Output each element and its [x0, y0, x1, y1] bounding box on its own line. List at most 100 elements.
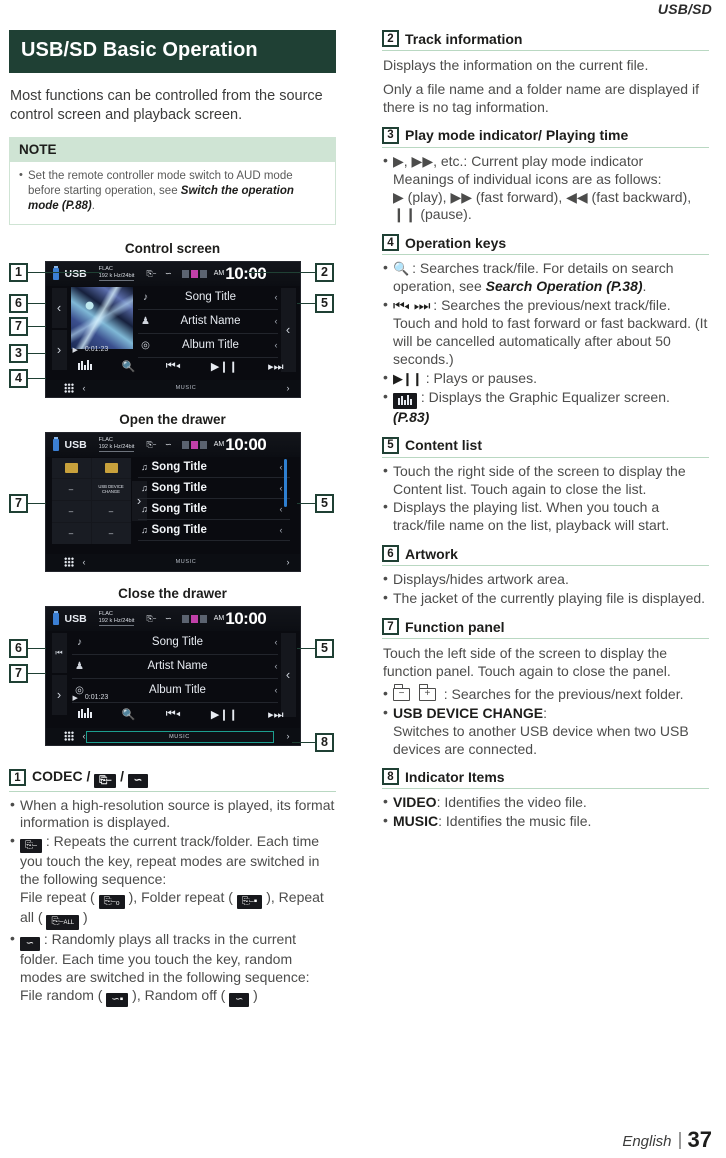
section-title: Operation keys	[405, 234, 507, 251]
prev-next-track-icon: ⏮◂ ▸⏭	[393, 298, 430, 314]
function-panel-handle[interactable]: ›	[51, 329, 67, 370]
next-track-icon[interactable]: ▸⏭	[268, 708, 283, 722]
source-label: USB	[64, 267, 87, 280]
search-icon[interactable]: 🔍	[122, 360, 136, 373]
list-scrollbar[interactable]	[283, 458, 287, 507]
chevron-left-icon[interactable]: ‹	[268, 685, 278, 695]
list-item[interactable]: ♫ Song Title ‹	[137, 478, 290, 499]
equalizer-icon[interactable]	[77, 360, 92, 373]
chevron-left-icon[interactable]: ‹	[268, 661, 278, 671]
codec-name: FLAC	[98, 266, 113, 273]
usb-device-change-button[interactable]: USB DEVICE CHANGE	[91, 479, 131, 501]
track-row[interactable]: ◎ Album Title ‹	[137, 334, 278, 358]
equalizer-icon	[393, 392, 417, 409]
panel-blank[interactable]: –	[91, 501, 131, 522]
panel-blank[interactable]: –	[51, 501, 91, 522]
para-track-info-1: Displays the information on the current …	[383, 57, 649, 73]
apps-grid-icon[interactable]	[63, 383, 74, 394]
function-panel-handle[interactable]: ›	[51, 674, 67, 715]
playing-time: 0:01:23	[84, 346, 109, 354]
usb-plug-icon	[52, 438, 59, 451]
folder-previous-icon: −	[393, 684, 410, 701]
panel-blank[interactable]: –	[51, 479, 91, 501]
list-item-label: Song Title	[151, 523, 207, 536]
panel-blank[interactable]: –	[91, 522, 131, 544]
device-screen-close-drawer: USB FLAC 192 k Hz/24bit ⎘⎯ ∽ AM 10:00 ⏮ …	[44, 605, 301, 746]
note-body: Set the remote controller mode switch to…	[10, 161, 335, 224]
leader-line	[28, 502, 46, 505]
leader-line	[248, 271, 315, 274]
figure-caption-control-screen: Control screen	[124, 240, 221, 256]
note-box: NOTE Set the remote controller mode swit…	[9, 136, 336, 225]
chevron-left-icon[interactable]: ‹	[268, 637, 278, 647]
equalizer-icon[interactable]	[77, 708, 92, 721]
previous-track-icon[interactable]: ⏮◂	[166, 708, 181, 721]
folder-previous-button[interactable]	[51, 457, 91, 479]
section-title: Indicator Items	[405, 768, 505, 785]
list-item[interactable]: ♫ Song Title ‹	[137, 520, 290, 541]
clock: 10:00	[225, 434, 267, 454]
apps-grid-icon[interactable]	[63, 557, 74, 568]
section-number: 1	[9, 769, 26, 787]
status-indicators	[181, 269, 207, 278]
mode-icons: ⎘⎯ ∽	[146, 440, 171, 450]
chevron-left-icon[interactable]: ‹	[268, 316, 278, 326]
leader-line	[28, 352, 46, 355]
play-pause-icon[interactable]: ▶❙❙	[211, 360, 238, 373]
previous-track-icon[interactable]: ⏮◂	[166, 360, 181, 373]
repeat-icon[interactable]: ⎘⎯	[146, 269, 156, 279]
song-title: Song Title	[184, 291, 237, 304]
repeat-file-icon: ⎘⎯₀	[98, 895, 125, 910]
figure-open-drawer: USB FLAC 192 k Hz/24bit ⎘⎯ ∽ AM 10:00 – …	[9, 431, 336, 580]
device-status-bar: USB FLAC 192 k Hz/24bit ⎘⎯ ∽ AM 10:00	[45, 606, 300, 631]
track-row[interactable]: ♟ Artist Name ‹	[71, 655, 278, 679]
music-note-icon: ♫	[141, 524, 148, 535]
chevron-right-icon[interactable]: ›	[287, 383, 290, 393]
usb-device-change-desc: Switches to another USB device when two …	[393, 722, 689, 757]
signal-icon	[181, 440, 189, 449]
equalizer-page-ref: (P.83)	[393, 408, 430, 425]
section-header-5: 5 Content list	[382, 436, 709, 458]
track-row[interactable]: ♪ Song Title ‹	[137, 286, 278, 310]
repeat-icon[interactable]: ⎘⎯	[146, 440, 156, 450]
leader-line	[28, 647, 46, 650]
chevron-left-icon[interactable]: ‹	[268, 340, 278, 350]
repeat-icon[interactable]: ⎘⎯	[146, 614, 156, 624]
bullet-equalizer-text: : Displays the Graphic Equalizer screen.	[420, 388, 670, 405]
track-row[interactable]: ♟ Artist Name ‹	[137, 310, 278, 334]
track-row[interactable]: ♪ Song Title ‹	[71, 631, 278, 655]
chevron-right-icon[interactable]: ›	[287, 731, 290, 741]
callout-6: 6	[9, 293, 28, 313]
bullet-usb-device-change: USB DEVICE CHANGE: Switches to another U…	[382, 704, 709, 759]
apps-grid-icon[interactable]	[63, 731, 74, 742]
device-main-area: ⏮ › ‹ ♪ Song Title ‹ ♟ Artist Name ‹ ◎ A…	[46, 631, 300, 728]
right-column: 2 Track information Displays the informa…	[382, 30, 709, 832]
chevron-left-icon[interactable]: ‹	[280, 525, 290, 535]
device-screen-open-drawer: USB FLAC 192 k Hz/24bit ⎘⎯ ∽ AM 10:00 – …	[44, 431, 301, 572]
next-track-icon[interactable]: ▸⏭	[268, 360, 283, 374]
chevron-left-icon[interactable]: ‹	[268, 292, 278, 302]
panel-blank[interactable]: –	[51, 522, 91, 544]
artist-name: Artist Name	[147, 660, 208, 673]
play-pause-icon[interactable]: ▶❙❙	[211, 708, 238, 721]
artwork[interactable]	[70, 286, 133, 349]
callout-1: 1	[9, 262, 28, 282]
folder-next-button[interactable]	[91, 457, 131, 479]
list-item[interactable]: ♫ Song Title ‹	[137, 457, 290, 478]
callout-4: 4	[9, 368, 28, 388]
random-icon[interactable]: ∽	[165, 440, 172, 449]
page-number: 37	[687, 1127, 712, 1153]
artwork-toggle-handle[interactable]: ‹	[51, 287, 67, 328]
artwork-show-handle[interactable]: ⏮	[51, 632, 67, 673]
status-indicators	[181, 440, 207, 449]
search-icon[interactable]: 🔍	[122, 708, 136, 721]
battery-icon	[190, 269, 198, 278]
music-desc: : Identifies the music file.	[438, 813, 592, 830]
play-mode-indicator-icon: ▶	[72, 694, 78, 702]
random-icon[interactable]: ∽	[165, 614, 172, 623]
chevron-right-icon[interactable]: ›	[287, 557, 290, 567]
figure-caption-open-drawer: Open the drawer	[119, 411, 226, 427]
random-icon[interactable]: ∽	[165, 269, 172, 278]
note-heading: NOTE	[10, 137, 335, 162]
list-item[interactable]: ♫ Song Title ‹	[137, 499, 290, 520]
